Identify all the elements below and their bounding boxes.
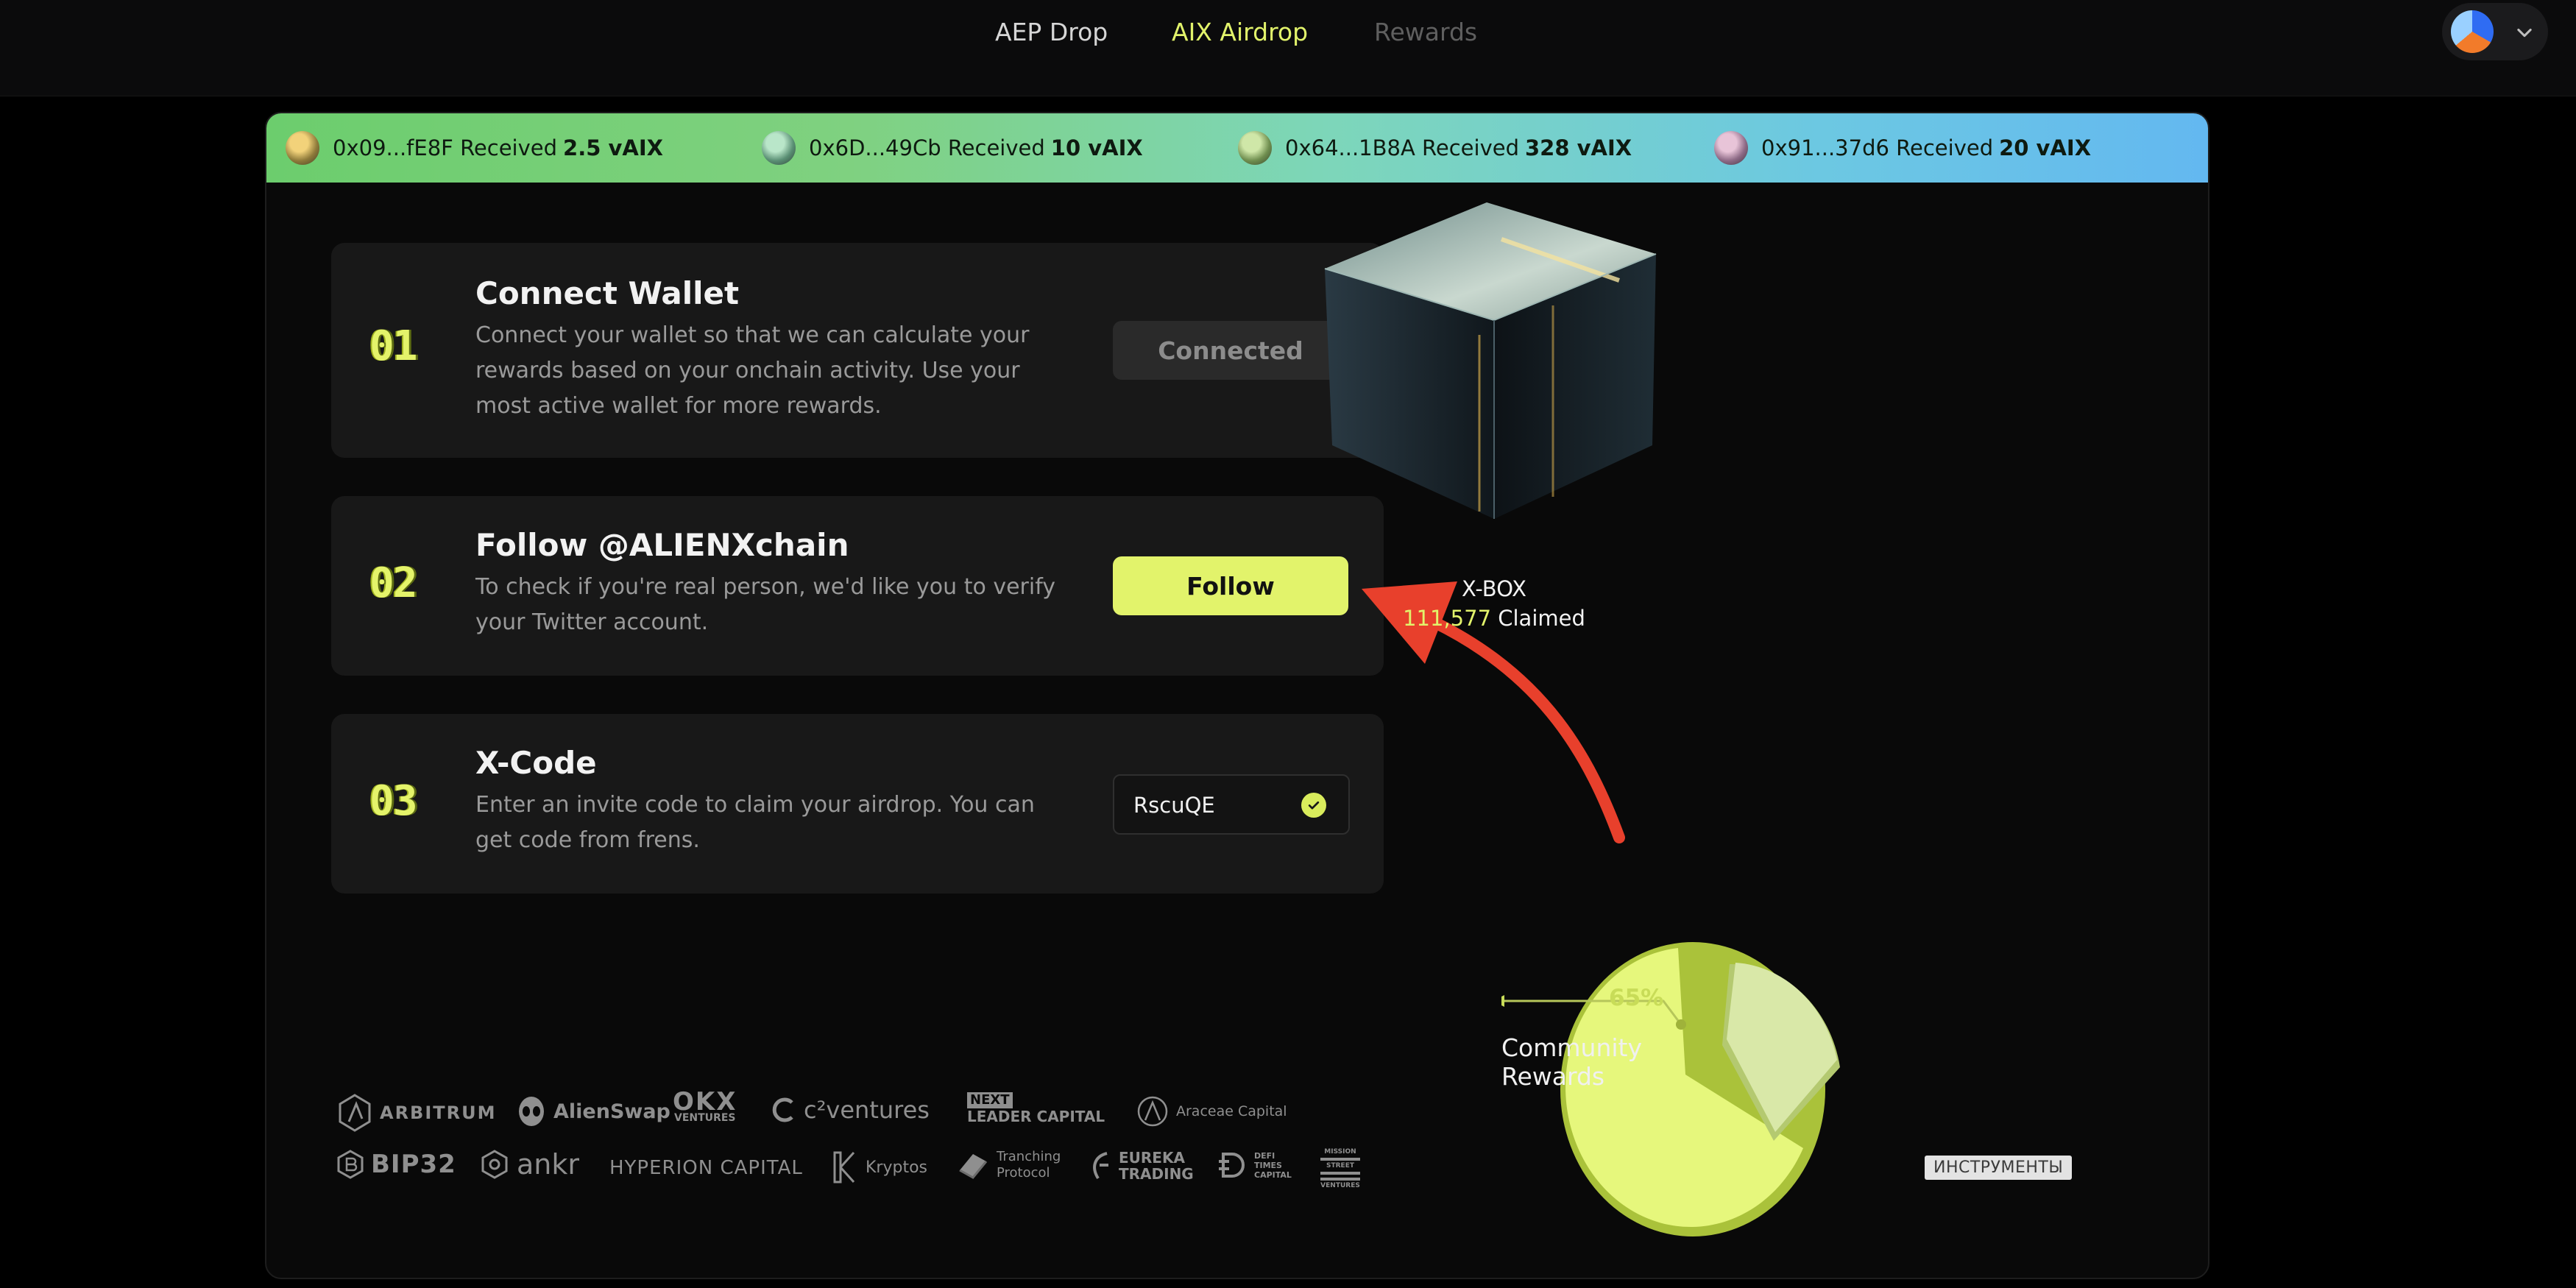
user-avatar-icon xyxy=(286,131,319,165)
partner-c2ventures: c²ventures xyxy=(770,1095,930,1125)
step-title: Connect Wallet xyxy=(475,275,740,311)
tab-rewards[interactable]: Rewards xyxy=(1374,18,1477,47)
partner-ankr: ankr xyxy=(480,1148,579,1181)
araceae-logo-icon xyxy=(1137,1096,1168,1127)
ticker-item: 0x91...37d6 Received 20 vAIX xyxy=(1714,113,2091,183)
chevron-down-icon xyxy=(2517,28,2532,38)
kryptos-logo-icon xyxy=(833,1151,855,1183)
xbox-claimed-label: X-BOX 111,577 Claimed xyxy=(1403,576,1585,631)
partner-okx: OKX VENTURES xyxy=(673,1087,737,1124)
user-avatar-icon xyxy=(1714,131,1748,165)
partner-alienswap: AlienSwap xyxy=(517,1095,670,1128)
tranching-logo-icon xyxy=(959,1154,988,1179)
tab-aep-drop[interactable]: AEP Drop xyxy=(995,18,1108,47)
partner-araceae-capital: Araceae Capital xyxy=(1136,1095,1287,1128)
user-avatar-icon xyxy=(1238,131,1272,165)
step-x-code: 03 X-Code Enter an invite code to claim … xyxy=(331,714,1384,894)
tools-badge: ИНСТРУМЕНТЫ xyxy=(1925,1156,2073,1180)
step-description: Connect your wallet so that we can calcu… xyxy=(475,322,1030,419)
top-nav: AEP Drop AIX Airdrop Rewards xyxy=(0,0,2576,96)
bip32-logo-icon xyxy=(337,1150,364,1179)
check-icon xyxy=(1301,793,1326,818)
received-ticker: 0x09...fE8F Received 2.5 vAIX 0x6D...49Cb… xyxy=(266,113,2208,183)
invite-code-field[interactable] xyxy=(1113,774,1350,835)
step-title: X-Code xyxy=(475,745,597,781)
pie-percent-label: 65% xyxy=(1609,985,1664,1011)
ticker-item: 0x6D...49Cb Received 10 vAIX xyxy=(762,113,1143,183)
partner-eureka-trading: EUREKA TRADING xyxy=(1088,1150,1194,1182)
step-follow-twitter: 02 Follow @ALIENXchain To check if you'r… xyxy=(331,496,1384,676)
partner-hyperion-capital: HYPERION CAPITAL xyxy=(609,1157,803,1179)
partner-tranching-protocol: Tranching Protocol xyxy=(957,1148,1061,1182)
step-connect-wallet: 01 Connect Wallet Connect your wallet so… xyxy=(331,243,1384,458)
community-rewards-pie xyxy=(1493,824,1884,1236)
xbox-image xyxy=(1310,151,1678,534)
partner-arbitrum: ARBITRUM xyxy=(337,1094,497,1132)
invite-code-input[interactable] xyxy=(1132,789,1297,821)
tab-aix-airdrop[interactable]: AIX Airdrop xyxy=(1172,18,1308,47)
step-description: Enter an invite code to claim your airdr… xyxy=(475,792,1035,853)
alien-logo-icon xyxy=(519,1097,544,1126)
eureka-logo-icon xyxy=(1093,1152,1108,1180)
partner-next-leader-capital: NEXT LEADER CAPITAL xyxy=(967,1092,1105,1125)
step-title: Follow @ALIENXchain xyxy=(475,527,849,563)
step-description: To check if you're real person, we'd lik… xyxy=(475,574,1056,635)
follow-button[interactable]: Follow xyxy=(1113,556,1348,615)
step-number: 01 xyxy=(369,322,417,370)
partner-bip32: BIP32 xyxy=(337,1150,456,1179)
step-number: 03 xyxy=(369,777,417,825)
arbitrum-logo-icon xyxy=(339,1094,371,1132)
ticker-item: 0x09...fE8F Received 2.5 vAIX xyxy=(286,113,663,183)
ankr-logo-icon xyxy=(481,1150,508,1179)
step-number: 02 xyxy=(369,559,417,607)
wallet-avatar xyxy=(2451,10,2494,53)
account-menu[interactable] xyxy=(2442,3,2548,60)
airdrop-card: 0x09...fE8F Received 2.5 vAIX 0x6D...49Cb… xyxy=(265,112,2209,1279)
partner-defi-times-capital: DEFI TIMES CAPITAL xyxy=(1217,1150,1292,1181)
c2-logo-icon xyxy=(772,1097,793,1122)
defi-logo-icon xyxy=(1219,1153,1245,1178)
pie-category-label: Community Rewards xyxy=(1501,1033,1642,1091)
user-avatar-icon xyxy=(762,131,796,165)
partner-kryptos: Kryptos xyxy=(830,1150,927,1185)
partner-mission-street-ventures: MISSION STREET VENTURES xyxy=(1320,1148,1360,1189)
